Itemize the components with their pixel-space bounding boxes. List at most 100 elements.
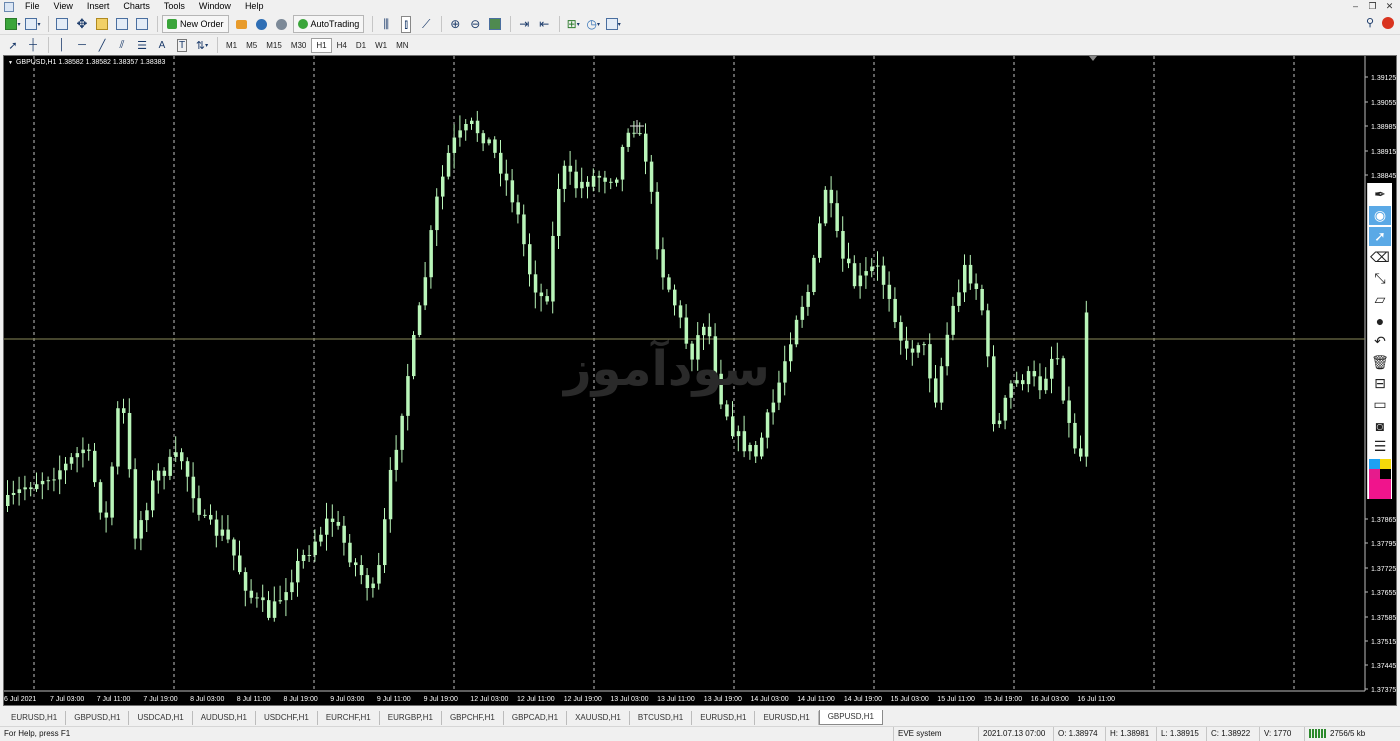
tab-gbpcad-h1-8[interactable]: GBPCAD,H1 xyxy=(504,711,568,725)
periods-icon[interactable]: ◷ ▾ xyxy=(584,15,602,33)
tab-audusd-h1-3[interactable]: AUDUSD,H1 xyxy=(193,711,256,725)
color-palette[interactable] xyxy=(1369,459,1391,499)
chart-shift-icon[interactable]: ⇤ xyxy=(535,15,553,33)
horizontal-line-icon[interactable]: ─ xyxy=(73,36,91,54)
search-icon[interactable]: ⚲ xyxy=(1366,16,1374,29)
eye-icon[interactable]: ◉ xyxy=(1369,206,1391,225)
tab-eurchf-h1-5[interactable]: EURCHF,H1 xyxy=(318,711,380,725)
candle-body xyxy=(377,565,381,584)
navigator-icon[interactable] xyxy=(93,15,111,33)
tab-usdchf-h1-4[interactable]: USDCHF,H1 xyxy=(256,711,318,725)
market-watch-icon[interactable] xyxy=(53,15,71,33)
connection-bars-icon xyxy=(1309,729,1327,739)
candle-body xyxy=(116,408,120,467)
profiles-icon[interactable]: ▾ xyxy=(24,15,42,33)
terminal-icon[interactable] xyxy=(113,15,131,33)
candle-body xyxy=(87,449,91,451)
restore-icon[interactable]: ❐ xyxy=(1364,0,1381,13)
camera-icon[interactable]: ◙ xyxy=(1369,416,1391,435)
timeframe-w1[interactable]: W1 xyxy=(371,38,391,53)
timeframe-d1[interactable]: D1 xyxy=(352,38,370,53)
arrows-icon[interactable]: ⇅ ▾ xyxy=(193,36,211,54)
channel-icon[interactable]: ⫽ xyxy=(113,36,131,54)
new-order-button[interactable]: New Order xyxy=(162,15,229,33)
menu-file[interactable]: File xyxy=(18,0,47,13)
undo-icon[interactable]: ↶ xyxy=(1369,332,1391,351)
templates-icon[interactable]: ▾ xyxy=(604,15,622,33)
toolbar-separator xyxy=(48,37,49,53)
notes-icon[interactable]: ☰ xyxy=(1369,437,1391,456)
new-chart-icon[interactable]: ▾ xyxy=(4,15,22,33)
timeframe-mn[interactable]: MN xyxy=(392,38,412,53)
cursor-icon[interactable]: ➚ xyxy=(4,36,22,54)
tab-eurgbp-h1-6[interactable]: EURGBP,H1 xyxy=(380,711,442,725)
autotrading-button[interactable]: AutoTrading xyxy=(292,15,365,33)
menu-tools[interactable]: Tools xyxy=(157,0,192,13)
trendline-icon[interactable]: ╱ xyxy=(93,36,111,54)
status-connection[interactable]: 2756/5 kb xyxy=(1304,727,1400,741)
status-low: L: 1.38915 xyxy=(1156,727,1206,741)
candle-body xyxy=(1003,397,1008,421)
status-profile[interactable]: EVE system xyxy=(893,727,977,741)
candle-body xyxy=(267,600,271,618)
trash-icon[interactable]: 🗑 xyxy=(1369,353,1391,372)
indicators-icon[interactable]: ⊞ ▾ xyxy=(564,15,582,33)
candlestick-icon[interactable]: ⫾ xyxy=(397,15,415,33)
timeframe-m15[interactable]: M15 xyxy=(262,38,286,53)
timeframe-m30[interactable]: M30 xyxy=(287,38,311,53)
tab-usdcad-h1-2[interactable]: USDCAD,H1 xyxy=(129,711,193,725)
tab-xauusd-h1-9[interactable]: XAUUSD,H1 xyxy=(567,711,630,725)
status-bar: For Help, press F1 EVE system 2021.07.13… xyxy=(0,726,1400,741)
candle-body xyxy=(11,492,16,496)
dot-icon[interactable]: ● xyxy=(1369,311,1391,330)
autoscroll-icon[interactable]: ⇥ xyxy=(515,15,533,33)
tab-gbpusd-h1-1[interactable]: GBPUSD,H1 xyxy=(66,711,130,725)
text-label-icon[interactable]: T xyxy=(173,36,191,54)
pen-icon[interactable]: ✒ xyxy=(1369,185,1391,204)
metaeditor-icon[interactable] xyxy=(233,15,251,33)
menu-window[interactable]: Window xyxy=(192,0,238,13)
menu-charts[interactable]: Charts xyxy=(116,0,157,13)
menu-view[interactable]: View xyxy=(47,0,80,13)
minimize-icon[interactable]: – xyxy=(1347,0,1364,13)
ruler-icon[interactable]: ▱ xyxy=(1369,290,1391,309)
data-window-icon[interactable]: ✥ xyxy=(73,15,91,33)
market-icon[interactable] xyxy=(273,15,291,33)
menu-insert[interactable]: Insert xyxy=(80,0,117,13)
tab-gbpchf-h1-7[interactable]: GBPCHF,H1 xyxy=(442,711,504,725)
crosshair-icon[interactable]: ┼ xyxy=(24,36,42,54)
signals-icon[interactable] xyxy=(253,15,271,33)
cursor-icon[interactable]: ➚ xyxy=(1369,227,1391,246)
tab-gbpusd-h1-13[interactable]: GBPUSD,H1 xyxy=(818,710,883,725)
fibonacci-icon[interactable]: ☰ xyxy=(133,36,151,54)
notification-icon[interactable] xyxy=(1382,16,1394,29)
chart-window[interactable]: 1.39125 1.39055 1.38985 1.38915 1.38845 1.378… xyxy=(3,55,1397,706)
candle-body xyxy=(609,181,613,183)
tab-eurusd-h1-12[interactable]: EURUSD,H1 xyxy=(755,711,819,725)
candle-body xyxy=(910,348,915,353)
menu-help[interactable]: Help xyxy=(238,0,271,13)
candle-body xyxy=(1084,312,1089,457)
tab-eurusd-h1-0[interactable]: EURUSD,H1 xyxy=(3,711,67,725)
candle-body xyxy=(46,480,51,482)
timeframe-m1[interactable]: M1 xyxy=(222,38,241,53)
timeframe-h1[interactable]: H1 xyxy=(311,37,332,53)
close-icon[interactable]: ✕ xyxy=(1381,0,1398,13)
tab-eurusd-h1-11[interactable]: EURUSD,H1 xyxy=(692,711,756,725)
delete-icon[interactable]: ⊟ xyxy=(1369,374,1391,393)
line-icon[interactable]: ⤡ xyxy=(1369,269,1391,288)
timeframe-h4[interactable]: H4 xyxy=(333,38,351,53)
vertical-line-icon[interactable]: │ xyxy=(53,36,71,54)
line-chart-icon[interactable]: ⟋ xyxy=(417,15,435,33)
tile-windows-icon[interactable] xyxy=(486,15,504,33)
zoom-in-icon[interactable]: ⊕ xyxy=(446,15,464,33)
price-label: 1.37725 xyxy=(1371,566,1396,573)
eraser-icon[interactable]: ⌫ xyxy=(1369,248,1391,267)
strategy-tester-icon[interactable] xyxy=(133,15,151,33)
screen-icon[interactable]: ▭ xyxy=(1369,395,1391,414)
zoom-out-icon[interactable]: ⊖ xyxy=(466,15,484,33)
bar-chart-icon[interactable]: ⫼ xyxy=(377,15,395,33)
timeframe-m5[interactable]: M5 xyxy=(242,38,261,53)
tab-btcusd-h1-10[interactable]: BTCUSD,H1 xyxy=(630,711,693,725)
text-icon[interactable]: A xyxy=(153,36,171,54)
